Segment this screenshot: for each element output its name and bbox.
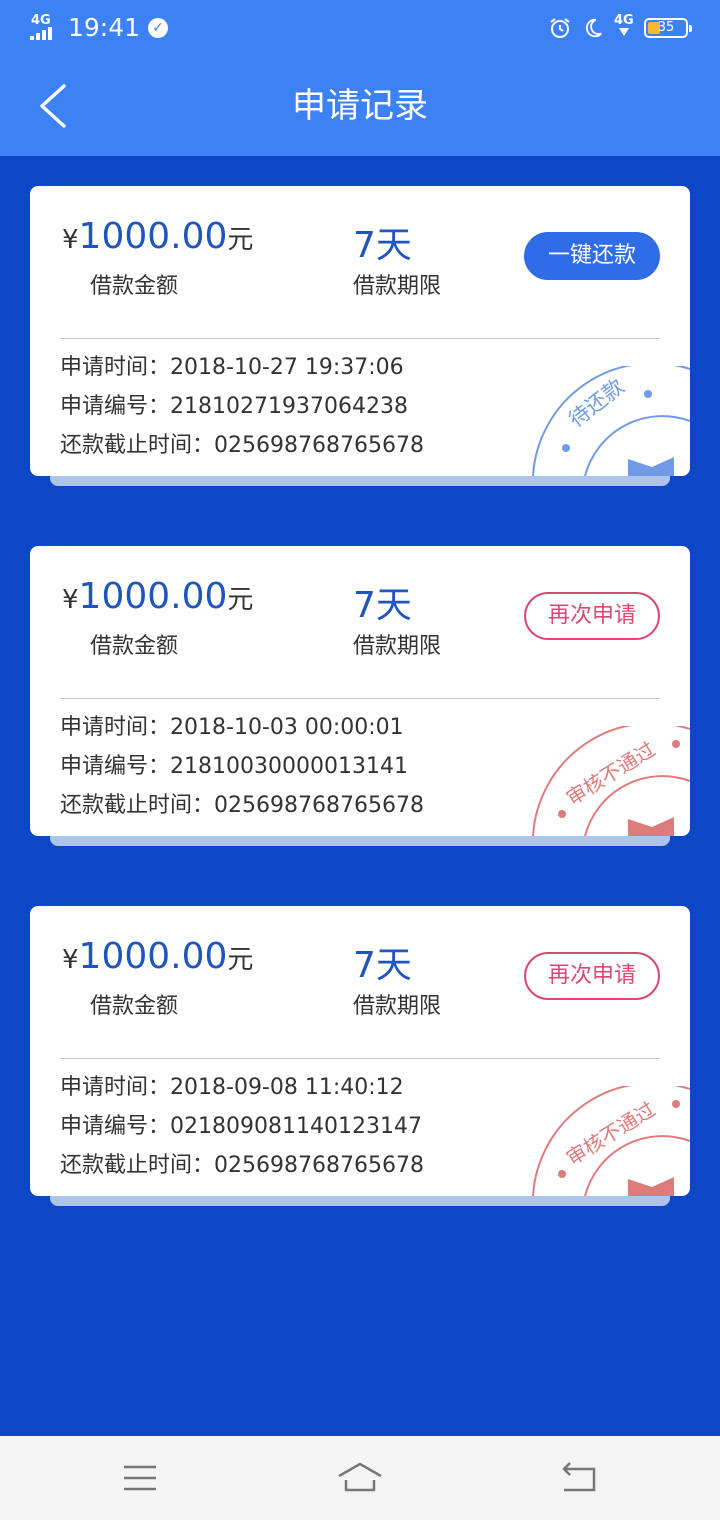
stamp-text: 审核不通过 xyxy=(562,737,660,810)
apply-number: 申请编号：021809081140123147 xyxy=(60,1114,422,1139)
apply-time: 申请时间：2018-09-08 11:40:12 xyxy=(60,1075,404,1100)
status-bar: 4G 19:41 ✓ 4G 35 xyxy=(0,0,720,56)
signal-icon: 4G xyxy=(30,14,60,42)
menu-icon xyxy=(124,1465,156,1491)
repay-deadline: 还款截止时间：025698768765678 xyxy=(60,433,424,458)
home-icon xyxy=(338,1462,382,1492)
data-network-icon: 4G xyxy=(614,14,634,42)
home-button[interactable] xyxy=(335,1456,385,1500)
loan-term: 7天 xyxy=(353,585,412,626)
system-nav-bar xyxy=(0,1436,720,1520)
nav-bar: 申请记录 xyxy=(0,56,720,156)
term-label: 借款期限 xyxy=(353,634,442,659)
battery-level: 35 xyxy=(657,20,675,35)
amount-label: 借款金额 xyxy=(90,994,179,1019)
stamp-text: 审核不通过 xyxy=(562,1097,660,1170)
back-icon xyxy=(562,1462,596,1492)
network-type: 4G xyxy=(31,13,51,28)
loan-amount: ¥1000.00元 xyxy=(62,216,254,257)
status-time: 19:41 xyxy=(68,13,141,42)
reapply-button[interactable]: 再次申请 xyxy=(524,592,660,640)
network-type-right: 4G xyxy=(614,13,634,28)
divider xyxy=(60,338,660,339)
rejected-stamp: 审核不通过 xyxy=(532,726,690,836)
divider xyxy=(60,1058,660,1059)
loan-amount: ¥1000.00元 xyxy=(62,936,254,977)
loan-amount: ¥1000.00元 xyxy=(62,576,254,617)
rejected-stamp: 审核不通过 xyxy=(532,1086,690,1196)
apply-time: 申请时间：2018-10-03 00:00:01 xyxy=(60,715,404,740)
repay-deadline: 还款截止时间：025698768765678 xyxy=(60,793,424,818)
battery-icon: 35 xyxy=(644,18,692,38)
loan-term: 7天 xyxy=(353,945,412,986)
apply-number: 申请编号：21810271937064238 xyxy=(60,394,408,419)
apply-number: 申请编号：21810030000013141 xyxy=(60,754,408,779)
stamp-text: 待还款 xyxy=(564,374,628,432)
divider xyxy=(60,698,660,699)
alarm-icon xyxy=(548,16,572,40)
reapply-button[interactable]: 再次申请 xyxy=(524,952,660,1000)
moon-icon xyxy=(582,17,604,39)
repay-deadline: 还款截止时间：025698768765678 xyxy=(60,1153,424,1178)
amount-label: 借款金额 xyxy=(90,634,179,659)
repay-button[interactable]: 一键还款 xyxy=(524,232,660,280)
page-title: 申请记录 xyxy=(292,86,428,126)
menu-button[interactable] xyxy=(115,1456,165,1500)
term-label: 借款期限 xyxy=(353,994,442,1019)
back-nav-button[interactable] xyxy=(555,1456,605,1500)
app-header: 4G 19:41 ✓ 4G 35 申请记录 xyxy=(0,0,720,156)
amount-label: 借款金额 xyxy=(90,274,179,299)
apply-time: 申请时间：2018-10-27 19:37:06 xyxy=(60,355,404,380)
check-badge-icon: ✓ xyxy=(148,18,169,38)
term-label: 借款期限 xyxy=(353,274,442,299)
pending-repayment-stamp: 待还款 xyxy=(532,366,690,476)
loan-term: 7天 xyxy=(353,225,412,266)
